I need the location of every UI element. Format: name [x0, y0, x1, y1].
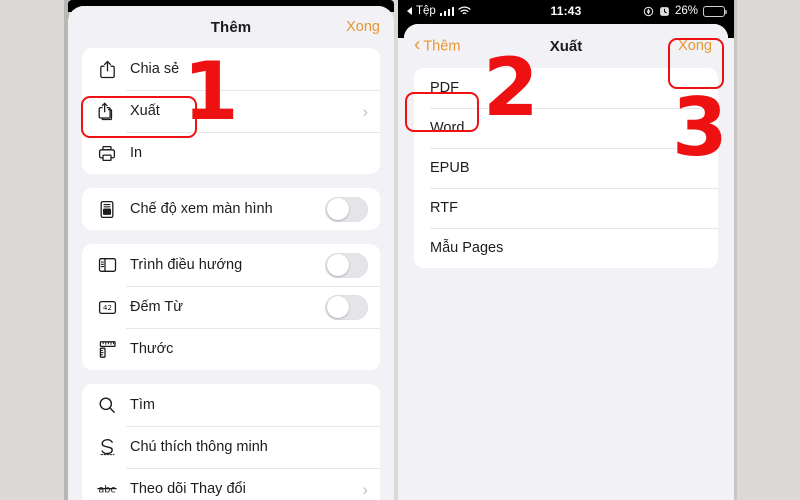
- screenshot-root: Thêm Xong Chia sẻ Xuất › In Chế độ xem m…: [0, 0, 800, 500]
- print-icon: [96, 142, 118, 164]
- share-icon: [96, 58, 118, 80]
- row-label-xuat: Xuất: [130, 103, 160, 119]
- back-button-label: Thêm: [423, 38, 461, 54]
- row-label-chu-thich-thong-minh: Chú thích thông minh: [130, 439, 268, 455]
- right-export-sheet: ‹ Thêm Xuất Xong PDF Word EPUB RTF Mẫu P…: [404, 24, 728, 500]
- export-option-pdf[interactable]: PDF: [414, 68, 718, 108]
- row-label-theo-doi-thay-doi: Theo dõi Thay đổi: [130, 481, 246, 497]
- svg-text:42: 42: [103, 304, 112, 312]
- row-tim[interactable]: Tìm: [82, 384, 380, 426]
- tools-group-card: Trình điều hướng 42 Đếm Từ Thước: [82, 244, 380, 370]
- svg-text:abc: abc: [98, 485, 115, 496]
- toggle-che-do-xem-man-hinh[interactable]: [325, 196, 368, 222]
- left-sheet-title: Thêm: [210, 18, 252, 36]
- toggle-dem-tu[interactable]: [325, 294, 368, 320]
- search-icon: [96, 394, 118, 416]
- row-trinh-dieu-huong[interactable]: Trình điều hướng: [82, 244, 380, 286]
- row-label-chia-se: Chia sẻ: [130, 61, 180, 77]
- cellular-signal-icon: [439, 6, 454, 16]
- location-icon: [643, 6, 654, 17]
- row-che-do-xem-man-hinh[interactable]: Chế độ xem màn hình: [82, 188, 380, 230]
- export-nav-bar: ‹ Thêm Xuất Xong: [404, 24, 728, 68]
- back-triangle-icon[interactable]: [407, 7, 412, 15]
- export-icon: [96, 100, 118, 122]
- wifi-icon: [458, 6, 471, 16]
- row-label-in: In: [130, 145, 143, 161]
- row-label-che-do-xem-man-hinh: Chế độ xem màn hình: [130, 201, 273, 217]
- row-thuoc[interactable]: Thước: [82, 328, 380, 370]
- chevron-right-icon: ›: [362, 101, 368, 121]
- row-xuat[interactable]: Xuất ›: [82, 90, 380, 132]
- export-title: Xuất: [549, 37, 583, 55]
- left-done-button[interactable]: Xong: [346, 19, 380, 35]
- export-options-card: PDF Word EPUB RTF Mẫu Pages: [414, 68, 718, 268]
- row-label-thuoc: Thước: [130, 341, 174, 357]
- chevron-right-icon: ›: [362, 479, 368, 499]
- track-changes-icon: abc: [96, 478, 118, 500]
- left-more-sheet: Thêm Xong Chia sẻ Xuất › In Chế độ xem m…: [68, 6, 394, 500]
- row-theo-doi-thay-doi[interactable]: abc Theo dõi Thay đổi ›: [82, 468, 380, 500]
- screen-view-icon: [96, 198, 118, 220]
- status-bar: Tệp 11:43 26%: [398, 0, 734, 22]
- battery-percent-label: 26%: [674, 5, 698, 17]
- row-label-trinh-dieu-huong: Trình điều hướng: [130, 257, 243, 273]
- ruler-icon: [96, 338, 118, 360]
- row-label-dem-tu: Đếm Từ: [130, 299, 183, 315]
- search-group-card: Tìm Chú thích thông minh abc Theo dõi Th…: [82, 384, 380, 500]
- navigator-icon: [96, 254, 118, 276]
- left-sheet-header: Thêm Xong: [68, 6, 394, 48]
- status-bar-left: Tệp: [407, 5, 471, 17]
- share-group-card: Chia sẻ Xuất › In: [82, 48, 380, 174]
- view-group-card: Chế độ xem màn hình: [82, 188, 380, 230]
- row-dem-tu[interactable]: 42 Đếm Từ: [82, 286, 380, 328]
- row-chu-thich-thong-minh[interactable]: Chú thích thông minh: [82, 426, 380, 468]
- smart-annotation-icon: [96, 436, 118, 458]
- toggle-trinh-dieu-huong[interactable]: [325, 252, 368, 278]
- toggle-knob: [326, 198, 349, 220]
- export-option-mau-pages[interactable]: Mẫu Pages: [414, 228, 718, 268]
- chevron-left-icon: ‹: [414, 34, 421, 56]
- right-done-button[interactable]: Xong: [678, 38, 712, 54]
- right-device-edge: [734, 0, 737, 500]
- row-chia-se[interactable]: Chia sẻ: [82, 48, 380, 90]
- export-option-rtf[interactable]: RTF: [414, 188, 718, 228]
- word-count-icon: 42: [96, 296, 118, 318]
- toggle-knob: [326, 254, 349, 276]
- status-bar-right: 26%: [643, 5, 727, 17]
- export-option-epub[interactable]: EPUB: [414, 148, 718, 188]
- row-label-tim: Tìm: [130, 397, 155, 413]
- export-option-word[interactable]: Word: [414, 108, 718, 148]
- status-bar-back-app-label[interactable]: Tệp: [416, 5, 436, 17]
- battery-icon: [703, 5, 727, 17]
- back-button[interactable]: ‹ Thêm: [414, 34, 461, 56]
- alarm-clock-icon: [659, 6, 670, 17]
- row-in[interactable]: In: [82, 132, 380, 174]
- toggle-knob: [326, 296, 349, 318]
